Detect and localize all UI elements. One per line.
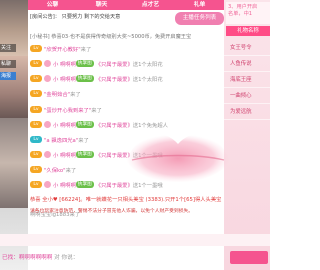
special-message-text: 恭喜 全小♥ [66224]。唯一就蝶花一只相头美宝 (3383).只开1个[6… bbox=[30, 196, 222, 203]
gift-list-header: 礼物名称 bbox=[226, 26, 270, 36]
user-name[interactable]: 小 啊啊啊 bbox=[53, 121, 76, 129]
rules-line: 3、用户开启 bbox=[228, 4, 258, 10]
level-badge: Lv bbox=[30, 45, 42, 52]
gift-item[interactable]: 为爱远航 bbox=[224, 104, 270, 120]
tab-bar: 公聊 聊天 点才艺 礼单 bbox=[28, 0, 224, 10]
video-thumbnails: 关注 私聊 海报 bbox=[0, 0, 28, 270]
gift-tag: 《只属于最爱》 bbox=[95, 76, 133, 83]
private-chat-button[interactable]: 私聊 bbox=[0, 60, 16, 68]
secretary-notice: [小秘书] 恭喜03·也不是获得传奇级别大奖~5000币，免费开启魔王宝 bbox=[30, 34, 192, 40]
gift-item[interactable]: 女王号令 bbox=[224, 40, 270, 56]
user-name[interactable]: 小 啊啊啊 bbox=[53, 151, 76, 159]
gift-item[interactable]: 一曲倾心 bbox=[224, 88, 270, 104]
chat-message: Lv "金明茹合" 来了 bbox=[30, 89, 81, 98]
message-text: 来了 bbox=[91, 107, 102, 114]
message-text: 送1个免免超人 bbox=[132, 122, 168, 129]
chat-message: Lv "蛋炒开心我到来了" 来了 bbox=[30, 105, 102, 114]
gift-tag: 《只属于最爱》 bbox=[95, 122, 133, 129]
rules-banner: 3、用户开启 名单，中1 bbox=[226, 2, 270, 24]
avatar[interactable] bbox=[44, 181, 51, 188]
tab-gift-list[interactable]: 礼单 bbox=[175, 0, 224, 10]
message-text: 送1个一墨哦 bbox=[132, 152, 163, 159]
avatar[interactable] bbox=[44, 121, 51, 128]
avatar[interactable] bbox=[44, 60, 51, 67]
follow-button[interactable]: 关注 bbox=[0, 44, 16, 52]
gift-list: 女王号令 人鱼传说 海底王座 一曲倾心 为爱远航 bbox=[224, 40, 270, 120]
action-tag: 执掌图 bbox=[75, 181, 94, 188]
poster-button[interactable]: 海报 bbox=[0, 72, 16, 80]
chat-message: Lv 小 啊啊啊 执掌图 《只属于最爱》 送1个一墨哦 bbox=[30, 180, 163, 189]
tab-public[interactable]: 公聊 bbox=[28, 0, 77, 10]
chat-message: Lv 小 啊啊啊 执掌图 《只属于最爱》 送1个太阳花 bbox=[30, 59, 163, 68]
level-badge: Lv bbox=[30, 166, 42, 173]
gift-item[interactable]: 人鱼传说 bbox=[224, 56, 270, 72]
video-thumbnail[interactable] bbox=[0, 118, 28, 208]
target-user[interactable]: 已找：啊啊啊啊啊啊 bbox=[2, 255, 52, 261]
level-badge: Lv bbox=[30, 136, 42, 143]
user-name[interactable]: "久保ko" bbox=[44, 166, 66, 174]
task-list-button[interactable]: 主播任务列表 bbox=[175, 12, 224, 25]
gift-panel: 3、用户开启 名单，中1 礼物名称 女王号令 人鱼传说 海底王座 一曲倾心 为爱… bbox=[224, 0, 270, 270]
chat-message: 恭喜 全小♥ [66224]。唯一就蝶花一只相头美宝 (3383).只开1个[6… bbox=[30, 194, 222, 203]
message-text: 来了 bbox=[70, 91, 81, 98]
message-text: 来了 bbox=[78, 137, 89, 144]
gift-tag: 《只属于最爱》 bbox=[95, 182, 133, 189]
user-name[interactable]: "蛋炒开心我到来了" bbox=[44, 106, 91, 114]
lips-sticker-icon bbox=[126, 134, 230, 183]
level-badge: Lv bbox=[30, 181, 42, 188]
message-text: 送1个太阳花 bbox=[132, 76, 163, 83]
chat-message: Lv 小 啊啊啊 执掌图 《只属于最爱》 送1个一墨哦 bbox=[30, 150, 163, 159]
chat-input[interactable]: 已找：啊啊啊啊啊啊 对 你说： bbox=[2, 252, 226, 264]
avatar[interactable] bbox=[44, 75, 51, 82]
action-tag: 执掌图 bbox=[75, 60, 94, 67]
gift-tag: 《只属于最爱》 bbox=[95, 61, 133, 68]
level-badge: Lv bbox=[30, 121, 42, 128]
gift-tag: 《只属于最爱》 bbox=[95, 152, 133, 159]
system-warning: 请各位玩家注意防范，警惕不法分子冒充他人诈骗，以免个人财产受到损失。 bbox=[30, 209, 194, 214]
room-notice: [房间公告]： 只要努力 剩下的交给天意 bbox=[30, 14, 121, 20]
action-tag: 执掌图 bbox=[75, 121, 94, 128]
message-text: 来了 bbox=[65, 167, 77, 174]
user-name[interactable]: 小 啊啊啊 bbox=[53, 75, 76, 83]
gift-item[interactable]: 海底王座 bbox=[224, 72, 270, 88]
chat-message: Lv 小 啊啊啊 执掌图 《只属于最爱》 送1个免免超人 bbox=[30, 120, 168, 129]
user-name[interactable]: 小 啊啊啊 bbox=[53, 60, 76, 68]
message-text: 送1个太阳花 bbox=[132, 61, 163, 68]
message-text: 送1个一墨哦 bbox=[132, 182, 163, 189]
chat-message: Lv "久保ko" 来了 bbox=[30, 165, 76, 174]
user-name[interactable]: "金明茹合" bbox=[44, 90, 70, 98]
level-badge: Lv bbox=[30, 75, 42, 82]
user-name[interactable]: "欣贺开心教好" bbox=[44, 45, 81, 53]
action-tag: 执掌图 bbox=[75, 151, 94, 158]
chat-message: Lv "欣贺开心教好" 来了 bbox=[30, 44, 91, 53]
level-badge: Lv bbox=[30, 106, 42, 113]
tab-talent[interactable]: 点才艺 bbox=[126, 0, 175, 10]
send-button[interactable] bbox=[230, 251, 268, 264]
level-badge: Lv bbox=[30, 151, 42, 158]
level-badge: Lv bbox=[30, 60, 42, 67]
chat-message: Lv "a 飘逸四光a" 来了 bbox=[30, 135, 89, 144]
rules-line: 名单，中1 bbox=[228, 11, 253, 17]
user-name[interactable]: "a 飘逸四光a" bbox=[44, 136, 78, 144]
bottom-bar bbox=[0, 234, 270, 246]
level-badge: Lv bbox=[30, 90, 42, 97]
tab-chat[interactable]: 聊天 bbox=[77, 0, 126, 10]
chat-message: Lv 小 啊啊啊 执掌图 《只属于最爱》 送1个太阳花 bbox=[30, 74, 163, 83]
user-name[interactable]: 小 啊啊啊 bbox=[53, 181, 76, 189]
message-text: 来了 bbox=[80, 46, 92, 53]
input-placeholder: 对 你说： bbox=[54, 255, 79, 261]
action-tag: 执掌图 bbox=[75, 75, 94, 82]
avatar[interactable] bbox=[44, 151, 51, 158]
